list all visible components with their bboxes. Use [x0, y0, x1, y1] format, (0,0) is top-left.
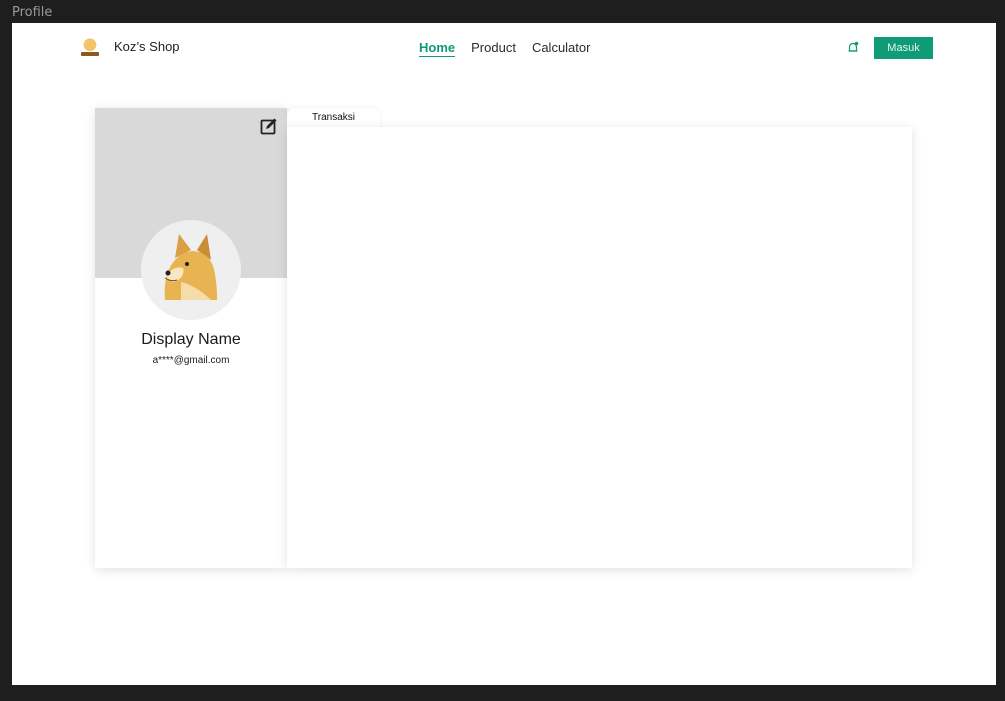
nav-link-calculator[interactable]: Calculator — [532, 40, 591, 57]
doge-avatar-image — [164, 234, 217, 300]
profile-card: Display Name a****@gmail.com — [95, 108, 287, 568]
nav-links: Home Product Calculator — [419, 40, 606, 57]
login-button[interactable]: Masuk — [874, 37, 933, 59]
content-panel — [287, 127, 912, 568]
display-name: Display Name — [141, 331, 241, 348]
page-canvas: Koz’s Shop Home Product Calculator Masuk — [12, 23, 996, 685]
nav-link-product[interactable]: Product — [471, 40, 516, 57]
brand[interactable]: Koz’s Shop — [78, 34, 180, 58]
bell-icon[interactable] — [847, 41, 859, 54]
edit-icon[interactable] — [260, 117, 278, 135]
doge-avatar — [141, 220, 241, 320]
brand-name: Koz’s Shop — [114, 38, 180, 54]
bottom-bar — [0, 685, 1005, 701]
frame-label: Profile — [12, 5, 53, 20]
navbar: Koz’s Shop Home Product Calculator Masuk — [12, 23, 996, 73]
tab-transaksi[interactable]: Transaksi — [287, 108, 380, 127]
nav-link-home[interactable]: Home — [419, 40, 456, 57]
shop-logo-icon — [78, 34, 102, 58]
profile-email: a****@gmail.com — [152, 355, 230, 366]
